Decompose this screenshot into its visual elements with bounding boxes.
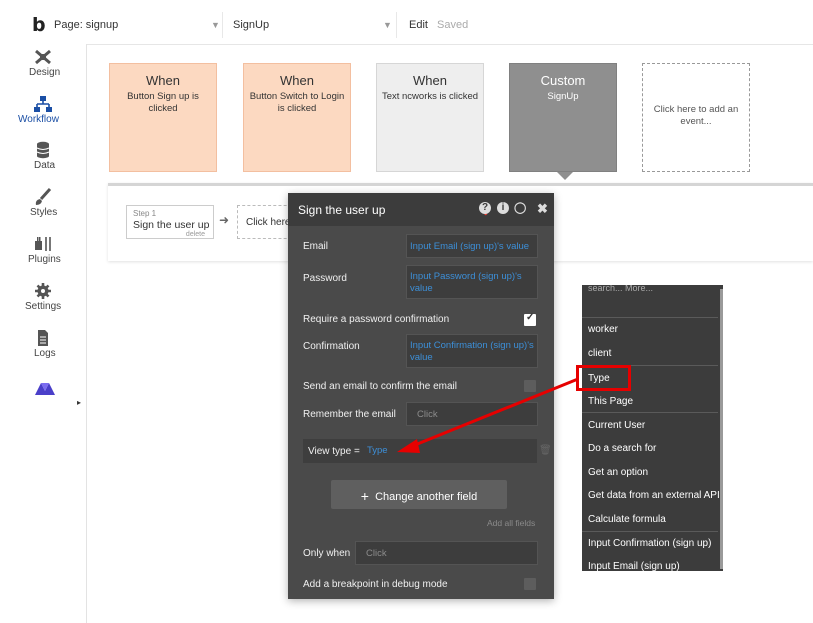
annotation-arrow <box>397 377 579 453</box>
